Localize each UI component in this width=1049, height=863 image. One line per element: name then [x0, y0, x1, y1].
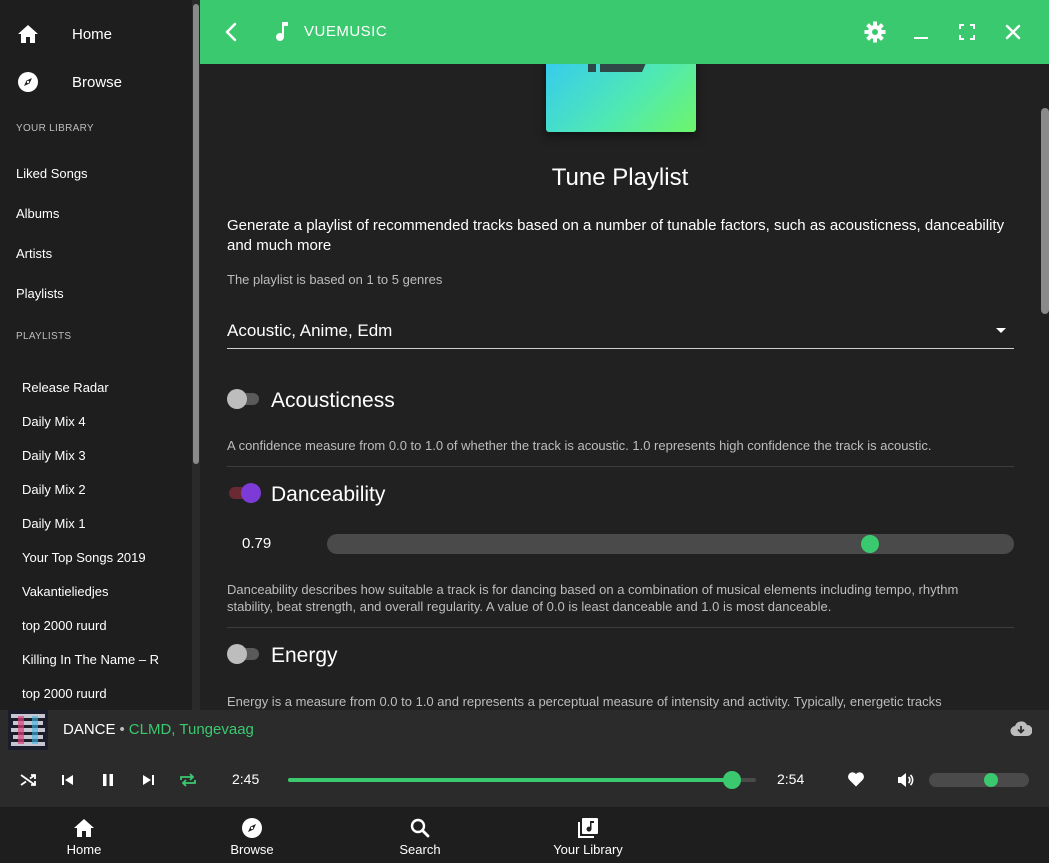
sidebar-item-label: Home [72, 25, 113, 43]
danceability-value: 0.79 [242, 535, 272, 552]
sidebar-item-playlists[interactable]: Playlists [16, 286, 64, 301]
sidebar-item-browse[interactable]: Browse [0, 58, 192, 106]
page-title: Tune Playlist [551, 164, 689, 191]
page-description: Generate a playlist of recommended track… [227, 217, 1005, 254]
playlist-item[interactable]: Your Top Songs 2019 [22, 550, 172, 565]
artist-link[interactable]: CLMD [129, 721, 172, 738]
repeat-icon[interactable] [178, 770, 198, 790]
sidebar-scrollbar-thumb[interactable] [193, 4, 199, 464]
maximize-icon[interactable] [956, 21, 978, 43]
genre-select[interactable]: Acoustic, Anime, Edm [227, 312, 1014, 349]
danceability-slider-thumb[interactable] [860, 535, 879, 553]
bottom-nav-search[interactable]: Search [336, 807, 504, 863]
pause-icon[interactable] [98, 770, 118, 790]
home-icon [73, 817, 95, 839]
acousticness-description: A confidence measure from 0.0 to 1.0 of … [227, 438, 932, 453]
track-artwork[interactable] [8, 710, 48, 750]
bottom-navigation: Home Browse Search Your Library [0, 807, 1049, 863]
home-icon [17, 23, 39, 45]
danceability-slider[interactable] [327, 534, 1014, 554]
sidebar-item-label: Browse [72, 73, 123, 91]
energy-title: Energy [271, 644, 338, 667]
playlist-cover-image [546, 64, 696, 132]
elapsed-time: 2:45 [232, 771, 260, 787]
back-icon[interactable] [220, 21, 242, 43]
main-scrollbar-thumb[interactable] [1041, 108, 1049, 314]
artist-link[interactable]: Tungevaag [179, 721, 254, 738]
energy-description: Energy is a measure from 0.0 to 1.0 and … [227, 694, 942, 709]
playlist-item[interactable]: top 2000 ruurd [22, 686, 172, 701]
track-duration: 2:54 [777, 771, 805, 787]
volume-slider[interactable] [929, 773, 1029, 787]
playlist-item[interactable]: Vakantieliedjes [22, 584, 172, 599]
divider [227, 466, 1014, 467]
shuffle-icon[interactable] [18, 770, 38, 790]
acousticness-toggle[interactable] [227, 389, 261, 409]
sidebar-item-artists[interactable]: Artists [16, 246, 52, 261]
compass-icon [241, 817, 263, 839]
genre-select-value: Acoustic, Anime, Edm [227, 321, 393, 340]
gear-icon[interactable] [864, 21, 886, 43]
playlist-item[interactable]: Daily Mix 3 [22, 448, 172, 463]
library-header: YOUR LIBRARY [16, 123, 94, 134]
chevron-down-icon[interactable] [996, 328, 1006, 333]
search-icon [409, 817, 431, 839]
bottom-nav-browse[interactable]: Browse [168, 807, 336, 863]
player-bar: DANCE • CLMD, Tungevaag 2:45 2:54 [0, 710, 1049, 807]
playlist-item[interactable]: Daily Mix 2 [22, 482, 172, 497]
heart-icon[interactable] [846, 769, 866, 789]
playlist-item[interactable]: Release Radar [22, 380, 172, 395]
volume-icon[interactable] [896, 770, 916, 790]
close-icon[interactable] [1002, 21, 1024, 43]
playlist-item[interactable]: Daily Mix 4 [22, 414, 172, 429]
bottom-nav-library[interactable]: Your Library [504, 807, 672, 863]
separator: • [119, 721, 125, 738]
danceability-toggle[interactable] [227, 483, 261, 503]
bottom-nav-label: Search [399, 842, 441, 857]
top-bar: VUEMUSIC [200, 0, 1049, 64]
bottom-nav-label: Your Library [553, 842, 623, 857]
sidebar: Home Browse YOUR LIBRARY Liked Songs Alb… [0, 0, 200, 710]
playlist-item[interactable]: Daily Mix 1 [22, 516, 172, 531]
sidebar-item-albums[interactable]: Albums [16, 206, 59, 221]
genre-note: The playlist is based on 1 to 5 genres [227, 272, 443, 287]
bottom-nav-label: Browse [230, 842, 274, 857]
previous-icon[interactable] [58, 770, 78, 790]
cover-logo-icon [588, 64, 646, 72]
sidebar-scrollbar[interactable] [192, 0, 200, 710]
now-playing: DANCE • CLMD, Tungevaag [63, 721, 254, 738]
music-note-icon [272, 21, 294, 43]
danceability-description: Danceability describes how suitable a tr… [227, 582, 959, 614]
playback-progress-bar[interactable] [288, 771, 756, 789]
cloud-download-icon[interactable] [1010, 718, 1032, 738]
volume-slider-thumb[interactable] [984, 773, 998, 787]
app-title: VUEMUSIC [304, 23, 388, 40]
divider [227, 627, 1014, 628]
compass-icon [17, 71, 39, 93]
energy-toggle[interactable] [227, 644, 261, 664]
acousticness-title: Acousticness [271, 389, 395, 412]
bottom-nav-home[interactable]: Home [0, 807, 168, 863]
playlist-item[interactable]: Killing In The Name – R [22, 652, 172, 667]
track-title[interactable]: DANCE [63, 721, 116, 738]
sidebar-item-home[interactable]: Home [0, 10, 192, 58]
bottom-nav-label: Home [66, 842, 102, 857]
playlists-header: PLAYLISTS [16, 331, 72, 342]
playback-progress-thumb[interactable] [722, 771, 741, 789]
next-icon[interactable] [138, 770, 158, 790]
library-icon [577, 817, 599, 839]
danceability-title: Danceability [271, 483, 386, 506]
minimize-icon[interactable] [910, 21, 932, 43]
tune-playlist-panel: Tune Playlist Generate a playlist of rec… [200, 64, 1049, 710]
playlist-item[interactable]: top 2000 ruurd [22, 618, 172, 633]
playback-progress-fill [288, 778, 732, 782]
sidebar-item-liked-songs[interactable]: Liked Songs [16, 166, 88, 181]
